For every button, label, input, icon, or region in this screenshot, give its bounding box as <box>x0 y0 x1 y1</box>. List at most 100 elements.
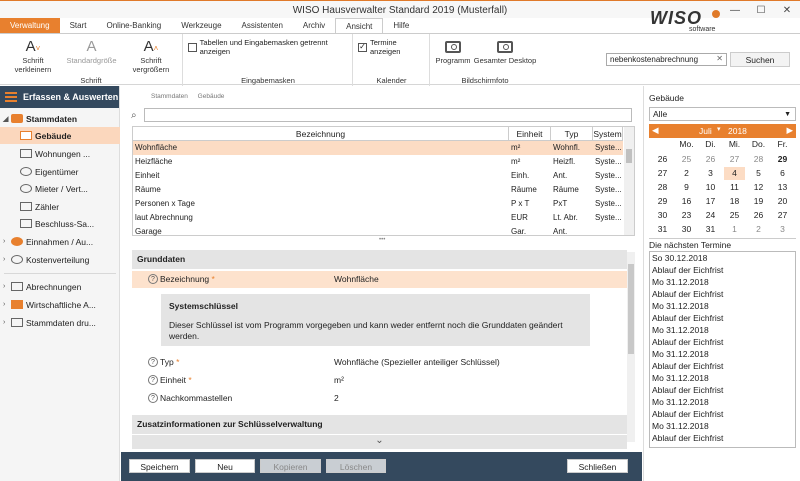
tab-assistenten[interactable]: Assistenten <box>232 18 293 33</box>
help-icon[interactable]: ? <box>148 274 158 284</box>
appointments-list[interactable]: So 30.12.2018 Ablauf der Eichfrist Mo 31… <box>649 251 796 448</box>
table-row[interactable]: Garage Gar. Ant. <box>133 225 623 239</box>
sidebar-item-abrechnungen[interactable]: › Abrechnungen <box>0 278 120 295</box>
calendar-year[interactable]: 2018 <box>728 126 747 136</box>
breadcrumb-item[interactable]: Gebäude <box>198 93 225 100</box>
sidebar-item-stammdaten-drucken[interactable]: › Stammdaten dru... <box>0 314 120 331</box>
calendar-day[interactable]: 30 <box>676 223 697 236</box>
column-header[interactable]: System <box>593 127 623 141</box>
column-header[interactable]: Einheit <box>509 127 551 141</box>
calendar-day[interactable]: 3 <box>772 223 793 236</box>
table-row[interactable]: Heizfläche m² Heizfl. Syste... <box>133 155 623 169</box>
column-header[interactable]: Bezeichnung <box>133 127 509 141</box>
calendar-day[interactable]: 29 <box>772 153 793 166</box>
calendar-day[interactable]: 20 <box>772 195 793 208</box>
calendar-day[interactable]: 27 <box>772 209 793 222</box>
calendar-day[interactable]: 10 <box>700 181 721 194</box>
sidebar-item-beschluss[interactable]: Beschluss-Sa... <box>0 215 120 232</box>
help-icon[interactable]: ? <box>148 393 158 403</box>
calendar-day[interactable]: 9 <box>676 181 697 194</box>
sidebar-item-zaehler[interactable]: Zähler <box>0 198 120 215</box>
sidebar-item-einnahmen[interactable]: › Einnahmen / Au... <box>0 233 120 250</box>
calendar-day[interactable]: 19 <box>748 195 769 208</box>
typ-row[interactable]: ? Typ * Wohnfläche (Spezieller anteilige… <box>132 354 627 371</box>
calendar-day[interactable]: 13 <box>772 181 793 194</box>
show-appointments-checkbox[interactable]: ✓ Termine anzeigen <box>358 38 429 56</box>
table-row[interactable]: laut Abrechnung EUR Lt. Abr. Syste... <box>133 211 623 225</box>
tab-verwaltung[interactable]: Verwaltung <box>0 18 60 33</box>
calendar-day-today[interactable]: 4 <box>724 167 745 180</box>
close-window-button[interactable]: ✕ <box>774 1 800 19</box>
font-bigger-button[interactable]: A˄ Schrift vergrößern <box>121 38 181 74</box>
tab-online-banking[interactable]: Online-Banking <box>97 18 172 33</box>
prev-month-icon[interactable]: ◀ <box>652 125 659 136</box>
sidebar-item-mieter[interactable]: Mieter / Vert... <box>0 180 120 197</box>
tab-start[interactable]: Start <box>60 18 97 33</box>
calendar-day[interactable]: 2 <box>748 223 769 236</box>
calendar-day[interactable]: 25 <box>724 209 745 222</box>
calendar-day[interactable]: 24 <box>700 209 721 222</box>
maximize-button[interactable]: ☐ <box>748 1 774 19</box>
calendar-day[interactable]: 1 <box>724 223 745 236</box>
search-input[interactable]: nebenkostenabrechnung ✕ <box>606 53 727 66</box>
calendar-day[interactable]: 27 <box>724 153 745 166</box>
sidebar-header[interactable]: Erfassen & Auswerten <box>0 86 119 108</box>
einheit-row[interactable]: ? Einheit * m² <box>132 372 627 389</box>
sidebar-item-wohnungen[interactable]: Wohnungen ... <box>0 145 120 162</box>
calendar-day[interactable]: 26 <box>748 209 769 222</box>
calendar-day[interactable]: 28 <box>748 153 769 166</box>
calendar-day[interactable]: 2 <box>676 167 697 180</box>
calendar-day[interactable]: 3 <box>700 167 721 180</box>
sidebar-item-eigentuemer[interactable]: Eigentümer <box>0 163 120 180</box>
tab-werkzeuge[interactable]: Werkzeuge <box>171 18 231 33</box>
calendar-day[interactable]: 26 <box>700 153 721 166</box>
breadcrumb-item[interactable]: Stammdaten <box>151 93 188 100</box>
calendar-day[interactable]: 18 <box>724 195 745 208</box>
details-scrollbar[interactable] <box>627 252 635 442</box>
help-icon[interactable]: ? <box>148 357 158 367</box>
calendar-day[interactable]: 23 <box>676 209 697 222</box>
calendar-day[interactable]: 5 <box>748 167 769 180</box>
save-button[interactable]: Speichern <box>129 459 190 473</box>
table-row[interactable]: Wohnfläche m² Wohnfl. Syste... <box>133 141 623 155</box>
separate-tables-checkbox[interactable]: Tabellen und Eingabemasken getrennt anze… <box>188 38 352 56</box>
calendar-day[interactable]: 25 <box>676 153 697 166</box>
grunddaten-header[interactable]: Grunddaten <box>132 250 627 269</box>
tab-hilfe[interactable]: Hilfe <box>383 18 419 33</box>
screenshot-desktop-button[interactable]: Gesamter Desktop <box>473 38 537 65</box>
table-row[interactable]: Personen x Tage P x T PxT Syste... <box>133 197 623 211</box>
calendar-day[interactable]: 31 <box>700 223 721 236</box>
month-dropdown-icon[interactable]: ▾ <box>717 125 721 133</box>
calendar-month[interactable]: Juli <box>699 126 712 136</box>
table-row[interactable]: Einheit Einh. Ant. Syste... <box>133 169 623 183</box>
column-header[interactable]: Typ <box>551 127 593 141</box>
sidebar-item-gebaeude[interactable]: Gebäude <box>0 127 120 144</box>
clear-search-icon[interactable]: ✕ <box>716 54 723 63</box>
close-button[interactable]: Schließen <box>567 459 628 473</box>
font-smaller-button[interactable]: A˅ Schrift verkleinern <box>4 38 62 74</box>
table-row[interactable]: Räume Räume Räume Syste... <box>133 183 623 197</box>
calendar-day[interactable]: 11 <box>724 181 745 194</box>
calendar-day[interactable]: 17 <box>700 195 721 208</box>
zusatz-header[interactable]: Zusatzinformationen zur Schlüsselverwalt… <box>132 415 627 434</box>
splitter-handle-icon[interactable]: ••• <box>379 237 385 243</box>
calendar-day[interactable]: 16 <box>676 195 697 208</box>
screenshot-program-button[interactable]: Programm <box>435 38 471 65</box>
sidebar-item-kostenverteilung[interactable]: › Kostenverteilung <box>0 251 120 268</box>
sidebar-item-wirtschaftliche[interactable]: › Wirtschaftliche A... <box>0 296 120 313</box>
next-month-icon[interactable]: ▶ <box>786 125 793 136</box>
tab-archiv[interactable]: Archiv <box>293 18 335 33</box>
sidebar-item-stammdaten[interactable]: ◢ Stammdaten <box>0 110 120 127</box>
table-scrollbar[interactable] <box>624 127 634 235</box>
expand-chevron-icon[interactable]: ⌄ <box>132 435 627 449</box>
calendar-day[interactable]: 6 <box>772 167 793 180</box>
new-button[interactable]: Neu <box>195 459 255 473</box>
nachkommastellen-row[interactable]: ? Nachkommastellen 2 <box>132 390 627 407</box>
search-button[interactable]: Suchen <box>730 52 790 67</box>
calendar-day[interactable]: 12 <box>748 181 769 194</box>
help-icon[interactable]: ? <box>148 375 158 385</box>
filter-input[interactable] <box>144 108 632 122</box>
building-select[interactable]: Alle ▼ <box>649 107 796 121</box>
bezeichnung-row[interactable]: ? Bezeichnung * Wohnfläche <box>132 271 627 288</box>
tab-ansicht[interactable]: Ansicht <box>335 18 384 33</box>
